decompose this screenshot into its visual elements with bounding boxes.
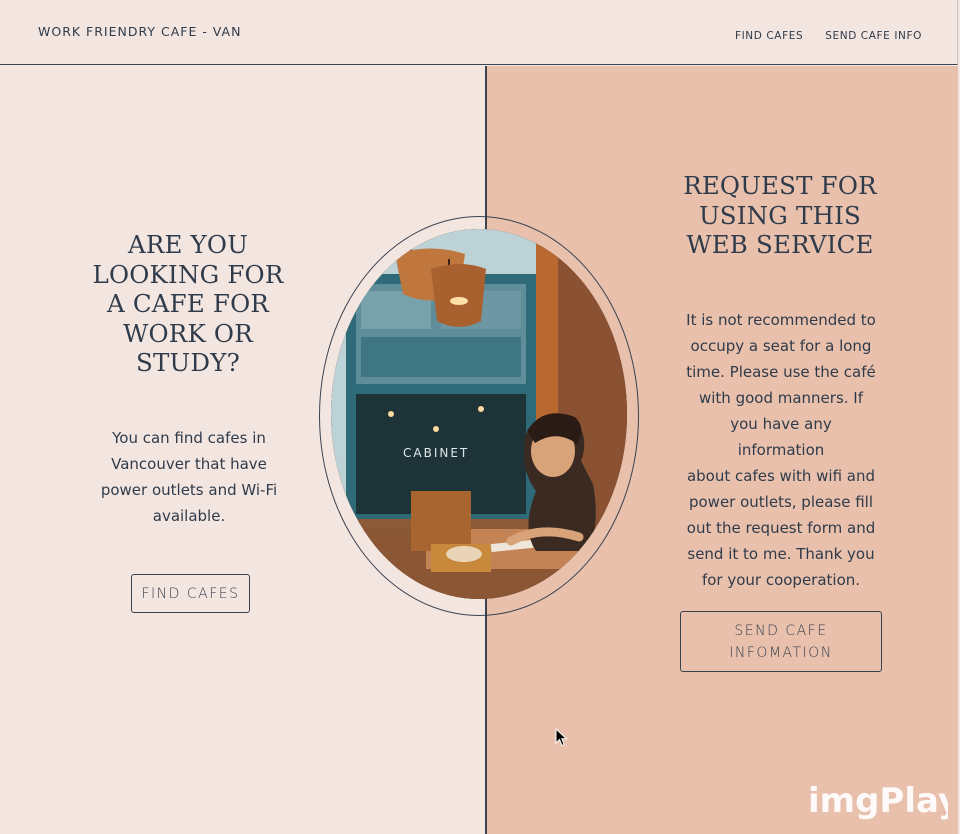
svg-text:imgPlay: imgPlay bbox=[808, 781, 948, 821]
cafe-illustration: CABINET bbox=[331, 229, 627, 599]
find-cafe-description: You can find cafes in Vancouver that hav… bbox=[100, 429, 278, 525]
cursor-arrow-icon bbox=[555, 728, 568, 747]
site-header: WORK FRIENDRY CAFE - VAN FIND CAFES SEND… bbox=[0, 0, 958, 65]
request-description: It is not recommended to occupy a seat f… bbox=[686, 311, 876, 589]
main-nav: FIND CAFES SEND CAFE INFO bbox=[735, 30, 922, 42]
request-heading: REQUEST FOR USING THIS WEB SERVICE bbox=[683, 171, 877, 259]
find-cafe-heading: ARE YOU LOOKING FOR A CAFE FOR WORK OR S… bbox=[92, 230, 284, 377]
site-brand[interactable]: WORK FRIENDRY CAFE - VAN bbox=[38, 24, 241, 39]
nav-find-cafes[interactable]: FIND CAFES bbox=[735, 30, 803, 42]
cafe-sign-text: CABINET bbox=[403, 446, 469, 460]
find-cafes-button[interactable]: FIND CAFES bbox=[131, 574, 250, 613]
imgplay-watermark: imgPlay bbox=[808, 781, 948, 821]
cafe-photo: CABINET bbox=[331, 229, 627, 599]
send-cafe-info-button[interactable]: SEND CAFE INFOMATION bbox=[680, 611, 882, 672]
nav-send-cafe-info[interactable]: SEND CAFE INFO bbox=[825, 30, 922, 42]
